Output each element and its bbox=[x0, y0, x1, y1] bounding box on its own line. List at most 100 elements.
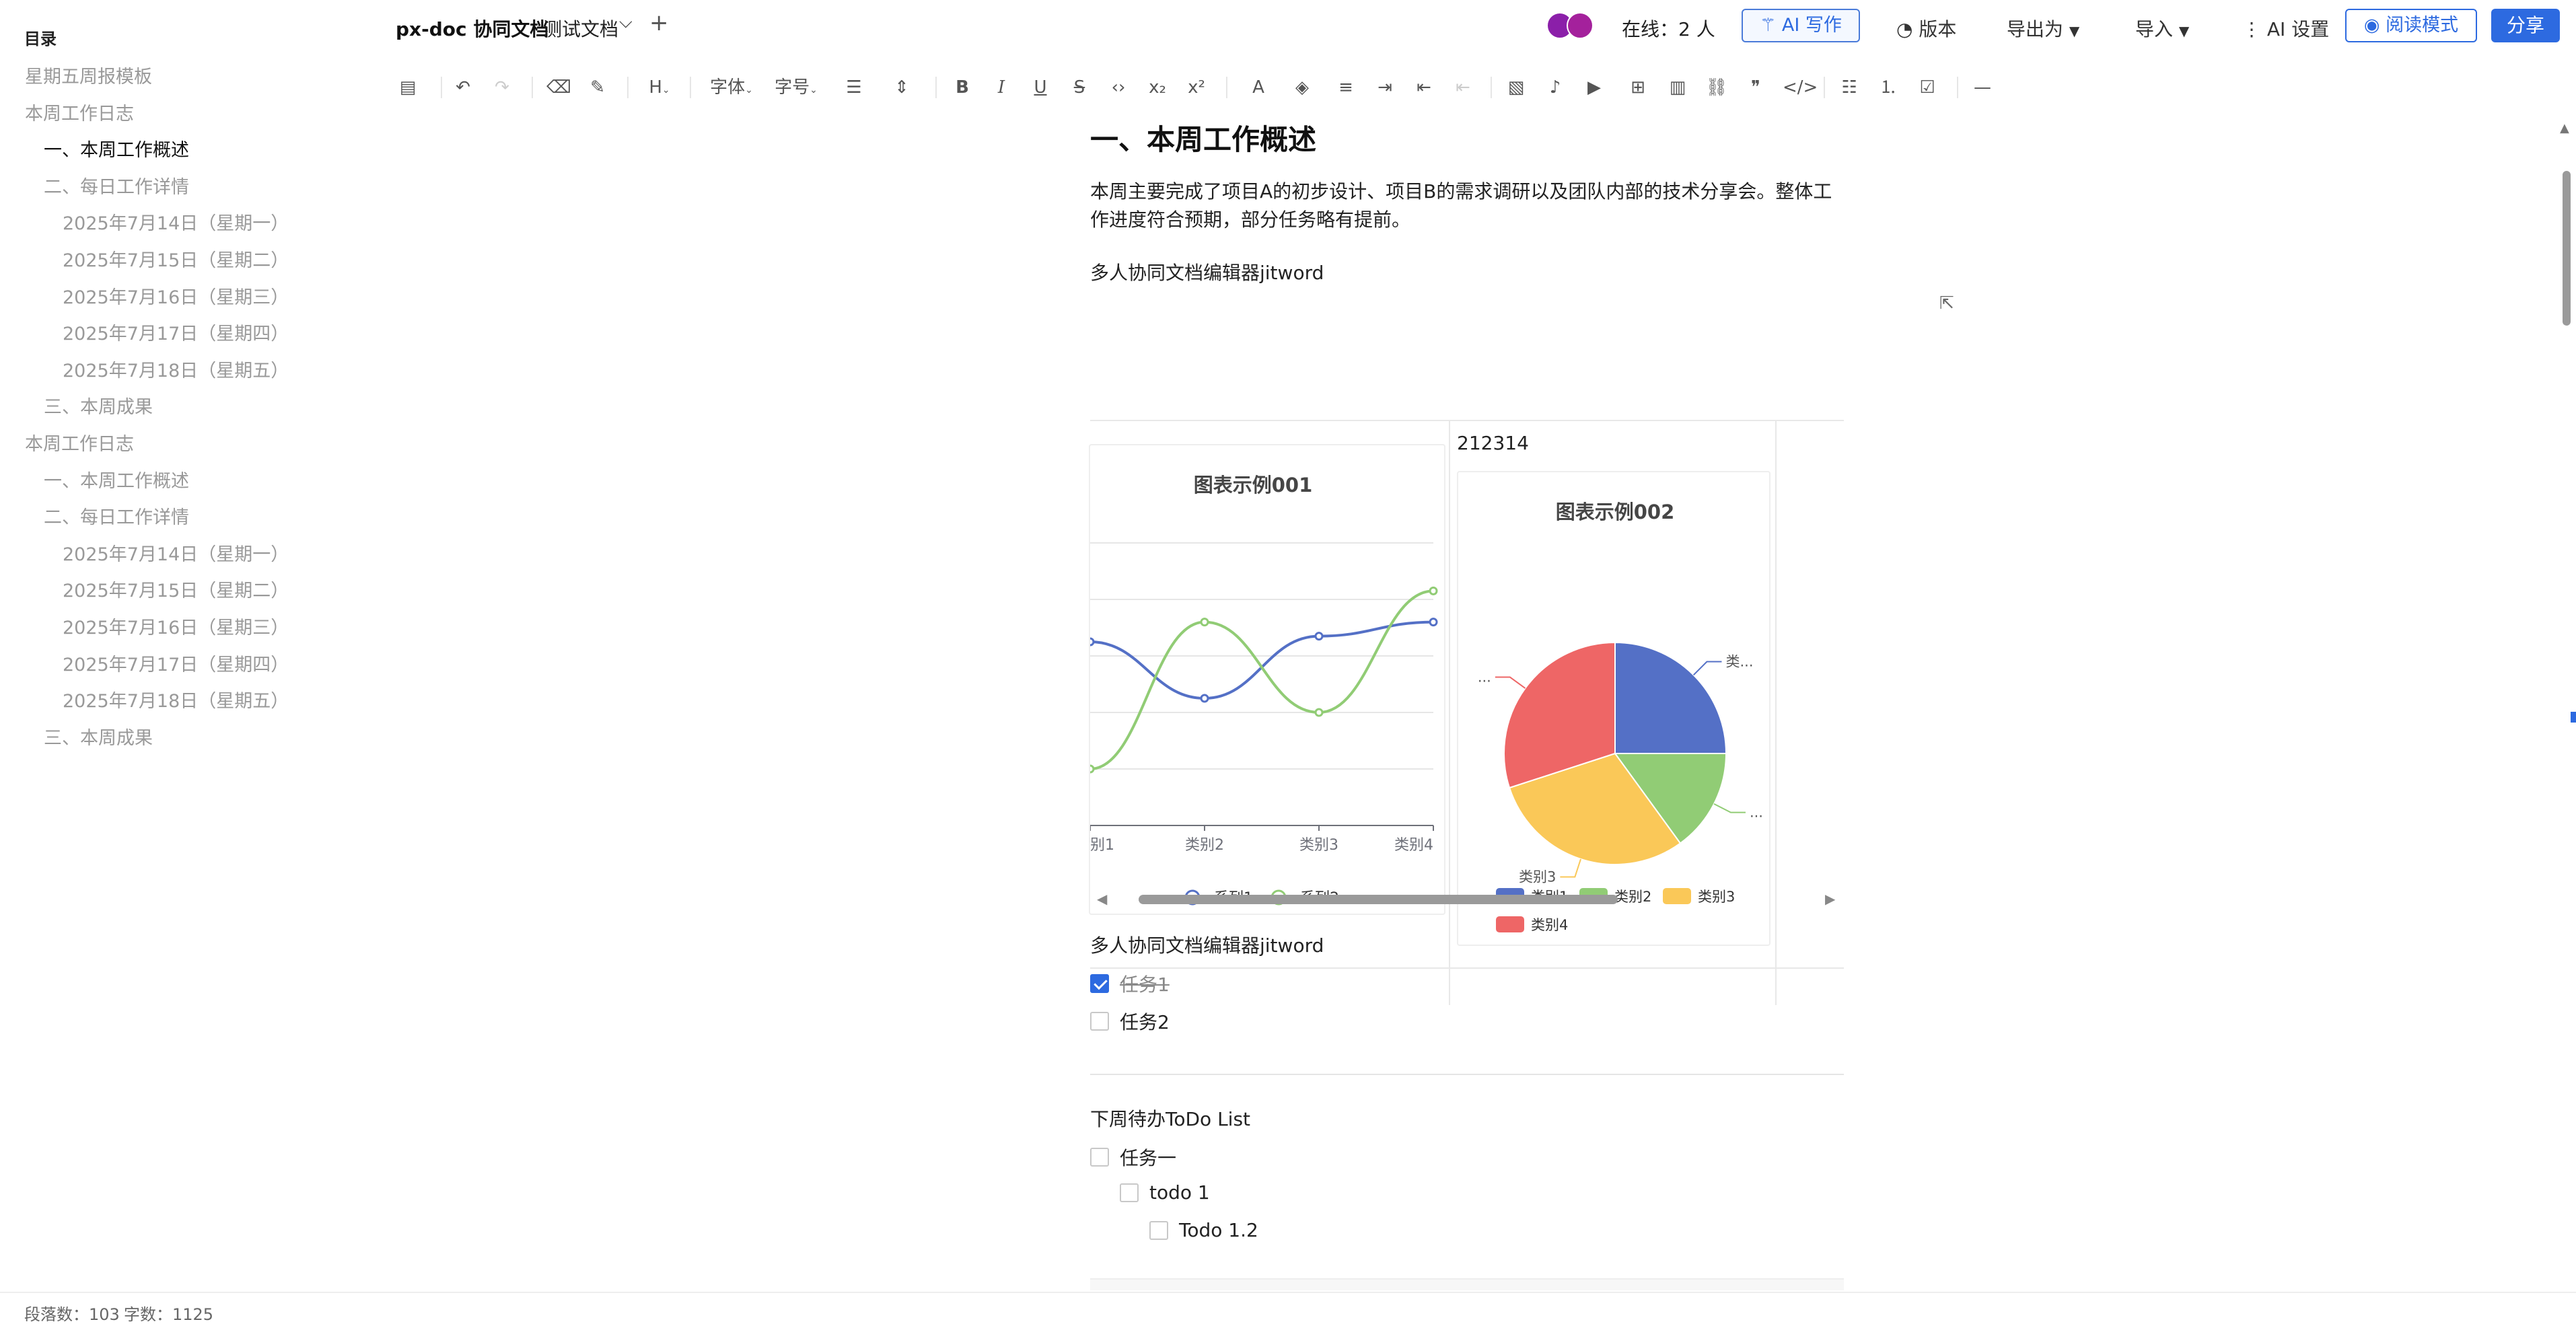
version-button[interactable]: ◔ 版本 bbox=[1896, 15, 1956, 42]
caret-down-icon: ▼ bbox=[2069, 23, 2080, 39]
line-chart-card[interactable]: 图表示例001 别1类别2类别3类别4系列1系列2 bbox=[1089, 444, 1445, 915]
scroll-thumb[interactable] bbox=[1139, 895, 1618, 904]
slice-label: ... bbox=[1478, 669, 1491, 686]
slice-label: 类别3 bbox=[1519, 869, 1556, 885]
bullet-list-icon[interactable]: ☷ bbox=[1837, 74, 1861, 101]
page-vertical-scrollbar[interactable]: ▲ bbox=[2559, 121, 2572, 1292]
superscript-icon[interactable]: x² bbox=[1184, 74, 1209, 101]
toc-item[interactable]: 2025年7月15日（星期二） bbox=[0, 250, 377, 287]
ordered-list-icon[interactable]: ⒈ bbox=[1876, 74, 1900, 101]
todo-item[interactable]: todo 1 bbox=[1120, 1181, 1210, 1204]
task-item[interactable]: 任务1 bbox=[1090, 970, 1170, 997]
toc-item[interactable]: 2025年7月17日（星期四） bbox=[0, 654, 377, 691]
toc-item[interactable]: 2025年7月16日（星期三） bbox=[0, 287, 377, 324]
undo-icon[interactable]: ↶ bbox=[451, 74, 475, 101]
table-icon[interactable]: ⊞ bbox=[1621, 74, 1655, 101]
redo-icon[interactable]: ↷ bbox=[490, 74, 514, 101]
toc-item[interactable]: 三、本周成果 bbox=[0, 396, 377, 433]
video-icon[interactable]: ▶ bbox=[1582, 74, 1606, 101]
italic-icon[interactable]: I bbox=[989, 74, 1013, 101]
divider bbox=[1090, 1074, 1844, 1075]
toc-item[interactable]: 本周工作日志 bbox=[0, 103, 377, 140]
subscript-icon[interactable]: x₂ bbox=[1145, 74, 1170, 101]
toc-item[interactable]: 2025年7月18日（星期五） bbox=[0, 690, 377, 727]
task-list-icon[interactable]: ☑ bbox=[1915, 74, 1939, 101]
share-button[interactable]: 分享 bbox=[2491, 9, 2560, 42]
toc-item[interactable]: 2025年7月14日（星期一） bbox=[0, 213, 377, 250]
doc-title[interactable]: 测试文档 bbox=[543, 15, 618, 42]
toc-item[interactable]: 三、本周成果 bbox=[0, 727, 377, 764]
todo-item[interactable]: 任务一 bbox=[1090, 1144, 1176, 1171]
audio-icon[interactable]: ♪ bbox=[1543, 74, 1567, 101]
x-tick-label: 类别4 bbox=[1394, 837, 1433, 854]
ai-write-label: AI 写作 bbox=[1781, 15, 1842, 36]
scroll-left-icon[interactable]: ◀ bbox=[1097, 891, 1107, 907]
quote-icon[interactable]: ❞ bbox=[1744, 74, 1768, 101]
toc-item[interactable]: 2025年7月15日（星期二） bbox=[0, 580, 377, 617]
side-marker[interactable] bbox=[2571, 712, 2576, 723]
toc-item[interactable]: 2025年7月17日（星期四） bbox=[0, 323, 377, 360]
doc-outline-icon[interactable]: ▤ bbox=[396, 74, 420, 101]
checkbox[interactable] bbox=[1090, 1148, 1109, 1167]
align-icon[interactable]: ≡ bbox=[1329, 74, 1363, 101]
format-painter-icon[interactable]: ✎ bbox=[585, 74, 610, 101]
font-family-select[interactable]: 字体⌄ bbox=[707, 74, 756, 101]
x-tick-label: 类别2 bbox=[1185, 837, 1224, 854]
link-icon[interactable]: ⛓ bbox=[1705, 74, 1729, 101]
font-color-icon[interactable]: A bbox=[1242, 74, 1275, 101]
import-button[interactable]: 导入 ▼ bbox=[2135, 15, 2189, 42]
horizontal-rule-icon[interactable]: — bbox=[1970, 74, 1995, 101]
data-point bbox=[1090, 637, 1095, 647]
clear-indent-icon[interactable]: ⇤ bbox=[1451, 74, 1475, 101]
section-heading: 一、本周工作概述 bbox=[1090, 123, 1317, 156]
checkbox[interactable] bbox=[1120, 1183, 1139, 1202]
heading-select[interactable]: H⌄ bbox=[643, 74, 676, 101]
checkbox[interactable] bbox=[1090, 1012, 1109, 1031]
eraser-icon[interactable]: ⌫ bbox=[546, 74, 571, 101]
series-line bbox=[1090, 589, 1434, 770]
table-horizontal-scrollbar[interactable]: ◀ ▶ bbox=[1090, 889, 1844, 910]
toc-item[interactable]: 2025年7月18日（星期五） bbox=[0, 360, 377, 397]
toc-item[interactable]: 二、每日工作详情 bbox=[0, 176, 377, 213]
line-height-icon[interactable]: ☰ bbox=[837, 74, 871, 101]
toc-item[interactable]: 本周工作日志 bbox=[0, 433, 377, 470]
add-doc-icon[interactable]: + bbox=[649, 9, 669, 36]
scroll-thumb[interactable] bbox=[2563, 171, 2571, 326]
toc-item[interactable]: 一、本周工作概述 bbox=[0, 139, 377, 176]
toc-item[interactable]: 一、本周工作概述 bbox=[0, 470, 377, 507]
inline-code-icon[interactable]: ‹› bbox=[1106, 74, 1131, 101]
data-point bbox=[1200, 694, 1209, 703]
editor-line: 多人协同文档编辑器jitword bbox=[1090, 262, 1324, 284]
todo-item[interactable]: Todo 1.2 bbox=[1149, 1219, 1258, 1241]
pie-chart-card[interactable]: 图表示例002 类......类别3...类别1类别2类别3类别4 bbox=[1457, 471, 1770, 946]
underline-icon[interactable]: U bbox=[1028, 74, 1052, 101]
toc-item[interactable]: 2025年7月16日（星期三） bbox=[0, 617, 377, 654]
checkbox[interactable] bbox=[1149, 1220, 1168, 1240]
toc-item[interactable]: 2025年7月14日（星期一） bbox=[0, 544, 377, 581]
chevron-down-icon[interactable]: ⌵ bbox=[619, 12, 633, 33]
checkbox-checked[interactable] bbox=[1090, 974, 1109, 993]
scroll-up-icon[interactable]: ▲ bbox=[2560, 121, 2569, 135]
x-tick-label: 类别3 bbox=[1299, 837, 1338, 854]
chart-icon[interactable]: ▥ bbox=[1666, 74, 1690, 101]
read-mode-button[interactable]: ◉ 阅读模式 bbox=[2345, 9, 2477, 42]
chevron-down-icon: ⌄ bbox=[661, 85, 670, 96]
paragraph-spacing-icon[interactable]: ⇕ bbox=[885, 74, 919, 101]
indent-icon[interactable]: ⇥ bbox=[1373, 74, 1397, 101]
outdent-icon[interactable]: ⇤ bbox=[1412, 74, 1436, 101]
code-block-icon[interactable]: </> bbox=[1783, 74, 1818, 101]
ai-settings-button[interactable]: ⋮ AI 设置 bbox=[2242, 15, 2329, 42]
scroll-right-icon[interactable]: ▶ bbox=[1825, 891, 1835, 907]
bold-icon[interactable]: B bbox=[950, 74, 974, 101]
toc-item[interactable]: 二、每日工作详情 bbox=[0, 507, 377, 544]
toc-item[interactable]: 星期五周报模板 bbox=[0, 66, 377, 103]
ai-write-button[interactable]: ⚚ AI 写作 bbox=[1742, 9, 1860, 42]
todo-label: Todo 1.2 bbox=[1179, 1219, 1258, 1241]
strikethrough-icon[interactable]: S bbox=[1067, 74, 1092, 101]
highlight-icon[interactable]: ◈ bbox=[1285, 74, 1319, 101]
task-item[interactable]: 任务2 bbox=[1090, 1008, 1170, 1035]
export-button[interactable]: 导出为 ▼ bbox=[2007, 15, 2079, 42]
font-size-select[interactable]: 字号⌄ bbox=[771, 74, 821, 101]
avatar[interactable] bbox=[1567, 12, 1594, 39]
image-icon[interactable]: ▧ bbox=[1504, 74, 1528, 101]
